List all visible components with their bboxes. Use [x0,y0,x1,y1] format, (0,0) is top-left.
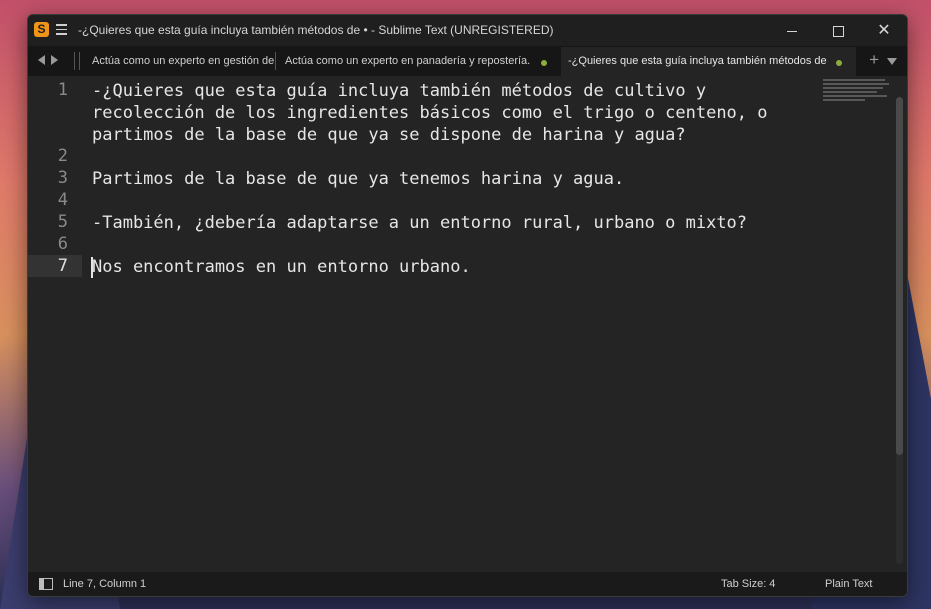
line-number-current: 7 [57,256,68,276]
title-bar: S -¿Quieres que esta guía incluya tambié… [28,15,907,46]
text-line: Partimos de la base de que ya tenemos ha… [92,169,625,189]
text-line: partimos de la base de que ya se dispone… [92,125,686,145]
tab-scroll-left-icon[interactable] [38,55,45,65]
text-line: -También, ¿debería adaptarse a un entorn… [92,213,748,233]
text-line: -¿Quieres que esta guía incluya también … [92,81,707,101]
line-number-gutter: 1 2 3 4 5 6 7 [28,76,80,572]
line-number: 3 [57,168,68,188]
modified-dot-icon[interactable] [836,60,842,66]
close-button[interactable]: ✕ [861,15,907,46]
tab-scroll-right-icon[interactable] [51,55,58,65]
toggle-sidebar-icon[interactable] [39,578,53,590]
close-icon: ✕ [877,22,891,39]
status-bar: Line 7, Column 1 Tab Size: 4 Plain Text [28,572,907,596]
editor-area[interactable]: 1 2 3 4 5 6 7 -¿Quieres que esta guía in… [28,76,907,572]
tab-label: Actúa como un experto en panadería y rep… [285,55,531,67]
text-cursor [91,257,93,278]
tab-divider [79,52,80,70]
line-number: 5 [57,212,68,232]
text-line: Nos encontramos en un entorno urbano. [92,257,471,277]
tab-label: Actúa como un experto en gestión de [92,55,275,67]
tab-list-dropdown-icon[interactable] [887,58,897,65]
tab-file-2[interactable]: Actúa como un experto en panadería y rep… [278,47,556,76]
text-line: recolección de los ingredientes básicos … [92,103,768,123]
tab-file-3-active[interactable]: -¿Quieres que esta guía incluya también … [561,47,856,76]
maximize-button[interactable] [815,15,861,46]
sublime-window: S -¿Quieres que esta guía incluya tambié… [27,14,908,597]
tab-bar: Actúa como un experto en gestión de Actú… [28,46,907,76]
minimap[interactable] [823,79,893,103]
sublime-app-icon[interactable]: S [34,22,49,37]
scrollbar-thumb[interactable] [896,97,903,455]
minimize-button[interactable] [769,15,815,46]
minimize-icon [787,30,797,32]
maximize-icon [832,25,844,37]
line-number: 4 [57,190,68,210]
cursor-position[interactable]: Line 7, Column 1 [63,578,146,590]
window-title: -¿Quieres que esta guía incluya también … [78,23,554,37]
tab-divider [275,52,276,70]
new-tab-plus-icon[interactable]: + [869,50,879,70]
tab-size-selector[interactable]: Tab Size: 4 [721,578,775,590]
line-number: 2 [57,146,68,166]
tab-label: -¿Quieres que esta guía incluya también … [568,55,827,67]
hamburger-menu-icon[interactable] [56,24,67,38]
line-number: 6 [57,234,68,254]
tab-divider [74,52,75,70]
syntax-selector[interactable]: Plain Text [825,578,873,590]
modified-dot-icon[interactable] [541,60,547,66]
tab-file-1[interactable]: Actúa como un experto en gestión de [85,47,275,76]
line-number: 1 [57,80,68,100]
